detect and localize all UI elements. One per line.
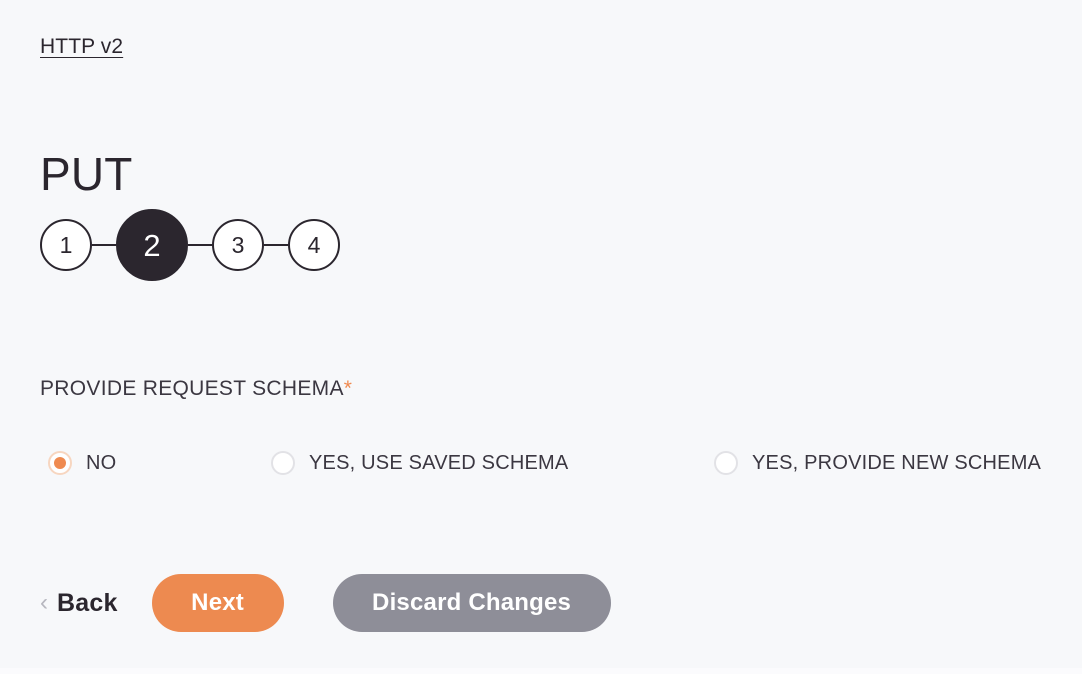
radio-group-provide-request-schema: NO YES, USE SAVED SCHEMA YES, PROVIDE NE… xyxy=(40,450,1060,484)
radio-button-yes-provide-new-schema[interactable] xyxy=(714,451,738,475)
radio-button-yes-use-saved-schema[interactable] xyxy=(271,451,295,475)
back-button[interactable]: ‹ Back xyxy=(40,574,118,632)
wizard-page: HTTP v2 PUT 1 2 3 4 PROVIDE REQUEST SCHE… xyxy=(0,0,1082,668)
breadcrumb-http-v2[interactable]: HTTP v2 xyxy=(40,33,123,61)
field-label-provide-request-schema: PROVIDE REQUEST SCHEMA* xyxy=(40,374,352,404)
radio-label-yes-provide-new-schema: YES, PROVIDE NEW SCHEMA xyxy=(752,452,1042,474)
step-indicator: 1 2 3 4 xyxy=(40,208,340,282)
discard-changes-button[interactable]: Discard Changes xyxy=(332,574,611,632)
step-1[interactable]: 1 xyxy=(40,219,92,271)
radio-option-no[interactable]: NO xyxy=(48,450,116,476)
next-button[interactable]: Next xyxy=(151,574,284,632)
radio-label-no: NO xyxy=(86,452,117,474)
required-asterisk: * xyxy=(343,377,353,400)
radio-button-no[interactable] xyxy=(48,451,72,475)
step-3[interactable]: 3 xyxy=(212,219,264,271)
step-connector-3-4 xyxy=(264,244,288,246)
step-4[interactable]: 4 xyxy=(288,219,340,271)
back-button-label: Back xyxy=(57,588,118,617)
radio-label-yes-use-saved-schema: YES, USE SAVED SCHEMA xyxy=(309,452,569,474)
chevron-left-icon: ‹ xyxy=(40,589,48,616)
radio-option-yes-provide-new-schema[interactable]: YES, PROVIDE NEW SCHEMA xyxy=(714,450,1041,476)
radio-dot-yes-provide-new-schema xyxy=(720,457,732,469)
radio-dot-no xyxy=(54,457,66,469)
action-bar: ‹ Back Next Discard Changes xyxy=(40,574,611,632)
step-connector-2-3 xyxy=(188,244,212,246)
page-title: PUT xyxy=(40,147,133,200)
radio-dot-yes-use-saved-schema xyxy=(277,457,289,469)
field-label-text: PROVIDE REQUEST SCHEMA xyxy=(40,377,344,400)
step-connector-1-2 xyxy=(92,244,116,246)
radio-option-yes-use-saved-schema[interactable]: YES, USE SAVED SCHEMA xyxy=(271,450,568,476)
step-2[interactable]: 2 xyxy=(116,209,188,281)
footer-strip xyxy=(0,668,1082,674)
